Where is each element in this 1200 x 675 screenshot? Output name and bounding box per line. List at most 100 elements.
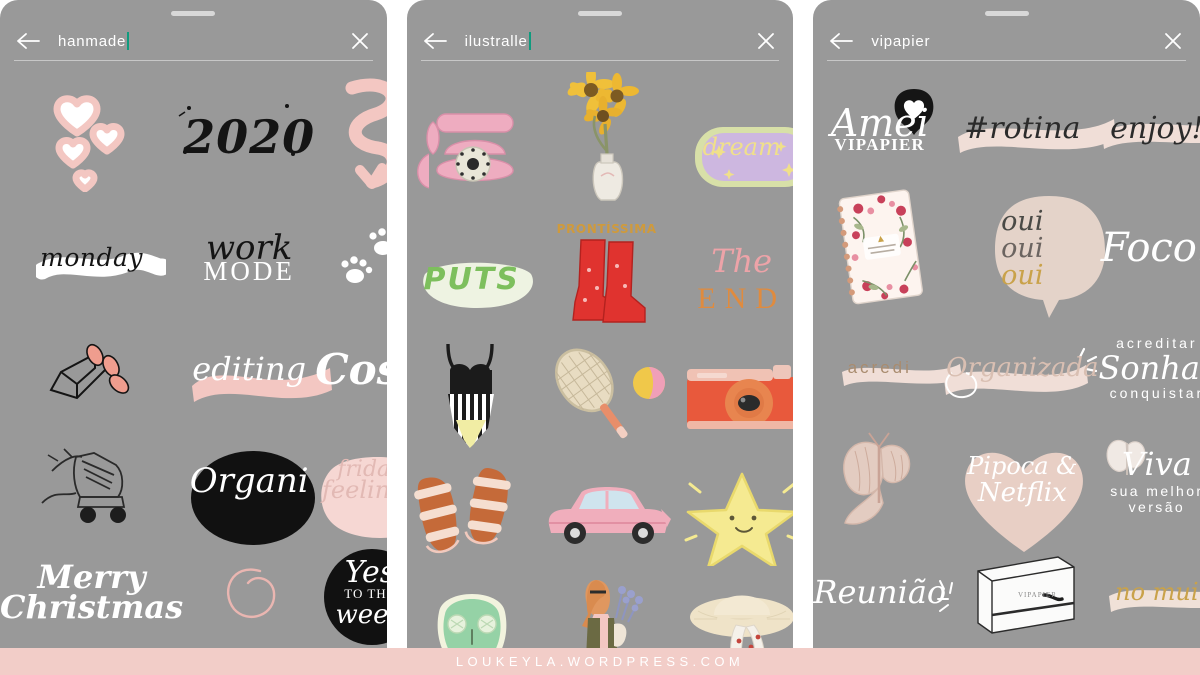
sticker-foco-script[interactable]: Foco! (1098, 184, 1200, 312)
footer-url-text: LOUKEYLA.WORDPRESS.COM (455, 654, 745, 669)
back-arrow-icon[interactable] (829, 30, 855, 52)
sticker-tennis-racket[interactable] (537, 336, 677, 456)
sticker-striped-swimsuit[interactable] (407, 336, 537, 456)
site-footer: LOUKEYLA.WORDPRESS.COM (0, 648, 1200, 675)
sticker-mode-text: MODE (203, 256, 295, 287)
drag-handle-2[interactable] (578, 11, 622, 16)
sticker-editing-text: editing (192, 350, 307, 389)
drag-handle-1[interactable] (171, 11, 216, 16)
sticker-nail-polish-hand[interactable] (0, 314, 183, 426)
sticker-dream-badge[interactable]: dream (677, 72, 794, 222)
sticker-roller-skate[interactable] (0, 425, 183, 537)
sticker-yes-text: Yes (344, 554, 387, 590)
sticker-viva-text: Viva (1121, 445, 1192, 483)
sticker-yes-to-the-week[interactable]: Yes TO THE week (315, 537, 387, 649)
sticker-acredi-text: acredi (847, 358, 912, 377)
sticker-cosy-script[interactable]: Cosy (315, 314, 386, 426)
search-value-3: vipapier (871, 32, 931, 50)
sticker-monday-brush[interactable]: monday (0, 202, 183, 314)
sticker-organizada-brush[interactable]: Organizada (944, 312, 1099, 424)
sticker-face-mask[interactable] (407, 566, 537, 648)
sticker-the-text: The (711, 242, 773, 280)
sticker-enjoy-text: enjoy! (1110, 110, 1200, 146)
sticker-yellow-star[interactable] (677, 456, 794, 566)
search-bar-1: hanmade (0, 24, 387, 58)
sticker-rotina-text: #rotina (964, 110, 1081, 146)
sticker-puts-text: PUTS (423, 261, 520, 297)
vipapier-box-label: VIPAPIER (1018, 591, 1057, 599)
sticker-sua-melhor-text: sua melhor (1110, 483, 1200, 499)
search-bar-3: vipapier (813, 24, 1200, 58)
sticker-monday-text: monday (40, 243, 144, 273)
sticker-oui-oui-oui[interactable]: oui oui oui (946, 184, 1106, 318)
sticker-acredi-brush[interactable]: acredi (813, 312, 962, 424)
sticker-hashtag-rotina[interactable]: #rotina (946, 72, 1117, 184)
sticker-hearts-cluster[interactable] (0, 72, 183, 202)
sticker-the-end[interactable]: The END (677, 222, 794, 336)
sticker-feelings-text: feelings (322, 476, 387, 505)
sticker-week-text: week (335, 599, 387, 630)
search-input-1[interactable]: hanmade (58, 32, 349, 50)
sticker-versao-text: versão (1128, 499, 1186, 515)
sticker-sonhar-text: Sonhar (1098, 349, 1200, 387)
sticker-woman-with-flowers[interactable] (537, 566, 677, 648)
sticker-editing-brush[interactable]: editing (183, 314, 333, 426)
sticker-reuniao-text: Reunião (813, 573, 947, 611)
sticker-enjoy-brush[interactable]: enjoy! (1098, 72, 1200, 184)
back-arrow-icon[interactable] (16, 30, 42, 52)
sticker-sun-hat[interactable] (677, 566, 794, 648)
sticker-floral-planner[interactable] (813, 184, 946, 312)
sticker-pink-swirl-arrow[interactable] (315, 72, 387, 202)
sticker-reuniao-script[interactable]: Reunião (813, 536, 954, 648)
sticker-sunflower-vase[interactable] (537, 72, 677, 222)
search-divider-2 (420, 60, 780, 61)
sticker-pink-classic-car[interactable] (537, 456, 677, 566)
search-value-2: ilustralle (464, 32, 528, 50)
sticker-paw-prints[interactable] (315, 202, 387, 314)
sticker-cosy-text: Cosy (315, 344, 386, 394)
sticker-foco-text: Foco! (1100, 225, 1200, 271)
sticker-organi-badge[interactable]: Organi (183, 425, 315, 545)
sticker-pink-circle-scribble[interactable] (183, 537, 315, 649)
sticker-gold-brush-stroke[interactable]: no mui (1098, 536, 1200, 648)
sticker-friday-feelings[interactable]: friday feelings (315, 425, 387, 539)
sticker-grid-1: 2020 monday work MODE editing Co Organi … (0, 72, 387, 648)
sticker-panels: hanmade 2020 monday work MODE editing Co… (0, 0, 1200, 648)
sticker-grid-3: Amei VIPAPIER #rotina enjoy! oui oui oui… (813, 72, 1200, 648)
close-icon[interactable] (349, 30, 371, 52)
search-input-3[interactable]: vipapier (871, 33, 1162, 50)
sticker-organizada-text: Organizada (946, 353, 1099, 383)
sticker-dream-text: dream (702, 133, 781, 161)
sticker-merry-christmas[interactable]: Merry Christmas (0, 537, 183, 649)
sticker-amei-vipapier[interactable]: Amei VIPAPIER (813, 72, 946, 184)
sticker-red-boots[interactable]: PRONTÍSSIMA (537, 222, 677, 336)
search-value-1: hanmade (58, 32, 127, 50)
sticker-butterfly[interactable] (813, 424, 946, 536)
sticker-work-mode[interactable]: work MODE (183, 202, 315, 314)
sticker-year-2020[interactable]: 2020 (178, 72, 315, 202)
drag-handle-3[interactable] (984, 11, 1029, 16)
search-divider-1 (14, 60, 373, 61)
close-icon[interactable] (755, 30, 777, 52)
screenshot-root: hanmade 2020 monday work MODE editing Co… (0, 0, 1200, 675)
sticker-viva-sua-melhor-versao[interactable]: Viva sua melhor versão (1098, 424, 1200, 536)
sticker-pipoca-netflix-heart[interactable]: Pipoca & Netflix (946, 424, 1098, 552)
sticker-puts-badge[interactable]: PUTS (407, 222, 537, 336)
search-divider-3 (827, 60, 1187, 61)
search-input-2[interactable]: ilustralle (465, 32, 756, 50)
sticker-oui-3: oui (1001, 259, 1044, 291)
sticker-grid-2: dream PUTS PRONTÍSSIMA The END (407, 72, 794, 648)
sticker-orange-camera[interactable] (677, 336, 794, 456)
sticker-prontissima-text: PRONTÍSSIMA (556, 222, 657, 236)
close-icon[interactable] (1162, 30, 1184, 52)
sticker-sandals-pair[interactable] (407, 456, 537, 566)
text-caret-2 (528, 32, 531, 50)
back-arrow-icon[interactable] (423, 30, 449, 52)
sticker-rotary-telephone[interactable] (407, 72, 537, 222)
sticker-pipoca-text: Pipoca & (967, 452, 1078, 480)
sticker-vipapier-box[interactable]: VIPAPIER (946, 536, 1098, 648)
sticker-netflix-text: Netflix (977, 478, 1067, 508)
sticker-acreditar-sonhar-conquistar[interactable]: acreditar Sonhar conquistar (1098, 312, 1200, 424)
sticker-panel-2: ilustralle dream PUTS PRONTÍSSIMA The EN… (406, 0, 794, 648)
sticker-end-text: END (697, 282, 786, 315)
